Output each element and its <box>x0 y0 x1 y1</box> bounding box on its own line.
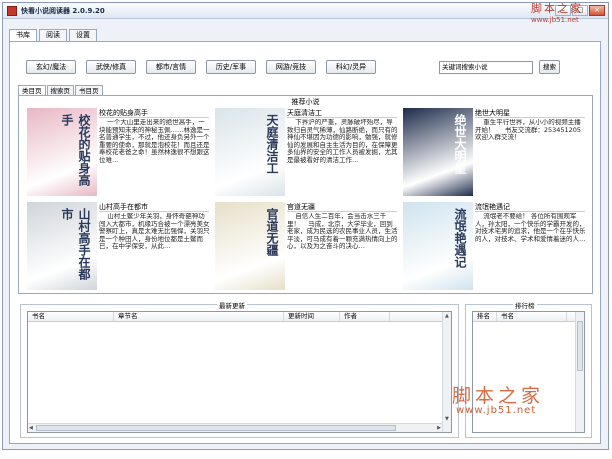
book-card[interactable]: 山村高手在都市 山村高手在都市 山村土鳖少年关羽，身怀奇葩神功闯入大都市，机缘巧合… <box>27 202 212 290</box>
category-urban-button[interactable]: 都市/言情 <box>146 60 196 74</box>
close-icon: × <box>594 6 600 14</box>
watermark-top-url: www.jb51.net <box>531 16 579 24</box>
col-rank[interactable]: 排名 <box>473 312 497 321</box>
book-card[interactable]: 官道无疆 官道无疆 自信人生二百年，会当击水三千里！ 马成，北京，大学毕业，回到老… <box>215 202 400 290</box>
book-divider <box>475 117 585 118</box>
category-buttons: 玄幻/魔法 武侠/修真 都市/言情 历史/军事 网游/竞技 科幻/灵异 <box>26 60 386 74</box>
app-icon <box>7 6 17 16</box>
updates-list[interactable]: 书名 章节名 更新时间 作者 ▲ ▼ ◀ ▶ <box>27 311 452 433</box>
book-card[interactable]: 绝世大明星 绝世大明星 重生平行世界，从小小的视频主播开始！ 书友交流群：2534… <box>403 108 588 196</box>
ranking-header: 排名 书名 <box>473 312 575 322</box>
col-update-time[interactable]: 更新时间 <box>284 312 340 321</box>
title-bar[interactable]: 快看小说阅读器 2.0.9.20 – □ × <box>3 3 608 19</box>
book-cover[interactable]: 天庭清洁工 <box>215 108 285 196</box>
book-description: 重生平行世界，从小小的视频主播开始！ 书友交流群：253451205 欢迎入群交… <box>475 119 582 141</box>
book-card[interactable]: 校花的贴身高手 校花的贴身高手 一个大山里走出来的绝世高手，一块能预知未来的神秘玉… <box>27 108 212 196</box>
window-title: 快看小说阅读器 2.0.9.20 <box>21 7 105 15</box>
book-divider <box>99 211 209 212</box>
category-scifi-button[interactable]: 科幻/灵异 <box>326 60 376 74</box>
book-cover[interactable]: 绝世大明星 <box>403 108 473 196</box>
book-divider <box>287 117 397 118</box>
updates-vscrollbar[interactable]: ▲ ▼ <box>442 312 451 432</box>
book-cover-title: 流氓艳遇记 <box>453 208 467 268</box>
book-cover-title: 校花的贴身高手 <box>60 114 91 186</box>
category-fantasy-button[interactable]: 玄幻/魔法 <box>26 60 76 74</box>
book-description: 流氓老不要给！ 各位所有围观军人，孙太阳，一个快乐的学霸开发的，对技术宅男的追求… <box>475 213 586 243</box>
ranking-title: 排行榜 <box>513 300 537 310</box>
book-cover-title: 绝世大明星 <box>453 114 467 174</box>
watermark-top: 脚本之家 <box>531 2 583 15</box>
book-divider <box>287 211 397 212</box>
col-author[interactable]: 作者 <box>340 312 390 321</box>
tab-reading[interactable]: 阅读 <box>39 29 67 41</box>
book-divider <box>475 211 585 212</box>
watermark-bottom: 脚本之家 <box>452 385 545 407</box>
book-cover[interactable]: 官道无疆 <box>215 202 285 290</box>
recommend-panel: 推荐小说 校花的贴身高手 校花的贴身高手 一个大山里走出来的绝世高手，一块能预知未… <box>18 95 593 294</box>
book-description: 下界沪的严重，灵脉破坏殆尽，导致归自灵气稀薄，仙路断绝，而只有的神仙不堪因为功德… <box>287 119 398 164</box>
updates-header: 书名 章节名 更新时间 作者 <box>28 312 442 322</box>
book-card[interactable]: 流氓艳遇记 流氓艳遇记 流氓老不要给！ 各位所有围观军人，孙太阳，一个快乐的学霸开… <box>403 202 588 290</box>
scroll-down-icon[interactable]: ▼ <box>445 416 449 422</box>
tab-settings[interactable]: 设置 <box>69 29 97 41</box>
updates-hscroll-thumb[interactable] <box>36 425 396 431</box>
book-divider <box>99 117 209 118</box>
col-rank-book-name[interactable]: 书名 <box>497 312 567 321</box>
book-cover-title: 天庭清洁工 <box>265 114 279 174</box>
category-game-button[interactable]: 网游/竞技 <box>266 60 316 74</box>
book-cover-title: 官道无疆 <box>265 208 279 256</box>
updates-title: 最新更新 <box>217 300 247 310</box>
book-description: 一个大山里走出来的绝世高手，一块能预知未来的神秘玉佩……林逸是一名普通学生，不过… <box>99 119 210 164</box>
ranking-group: 排行榜 排名 书名 <box>465 300 592 438</box>
book-description: 自信人生二百年，会当击水三千里！ 马成，北京，大学毕业，回到老家，成为民选的农民… <box>287 213 398 250</box>
scroll-up-icon[interactable]: ▲ <box>445 313 449 319</box>
search-button[interactable]: 搜索 <box>539 60 560 74</box>
ranking-vscroll-thumb[interactable] <box>577 321 583 371</box>
search-input[interactable]: 关键词搜索小说 <box>439 61 533 74</box>
ranking-vscrollbar[interactable] <box>575 312 584 432</box>
recommend-title: 推荐小说 <box>291 98 320 106</box>
book-card[interactable]: 天庭清洁工 天庭清洁工 下界沪的严重，灵脉破坏殆尽，导致归自灵气稀薄，仙路断绝，而… <box>215 108 400 196</box>
book-description: 山村土鳖少年关羽，身怀奇葩神功闯入大都市，机缘巧合被一个漂亮美女警察盯上，真是太… <box>99 213 210 250</box>
book-cover[interactable]: 流氓艳遇记 <box>403 202 473 290</box>
updates-hscrollbar[interactable]: ◀ ▶ <box>28 423 442 432</box>
book-cover[interactable]: 校花的贴身高手 <box>27 108 97 196</box>
scroll-right-icon[interactable]: ▶ <box>437 425 441 431</box>
col-book-name[interactable]: 书名 <box>28 312 114 321</box>
updates-group: 最新更新 书名 章节名 更新时间 作者 ▲ ▼ ◀ ▶ <box>20 300 459 438</box>
close-button[interactable]: × <box>589 5 605 16</box>
book-cover-title: 山村高手在都市 <box>60 208 91 280</box>
category-history-button[interactable]: 历史/军事 <box>206 60 256 74</box>
col-chapter-name[interactable]: 章节名 <box>114 312 284 321</box>
book-cover[interactable]: 山村高手在都市 <box>27 202 97 290</box>
scroll-left-icon[interactable]: ◀ <box>29 425 33 431</box>
watermark-bottom-url: www.jb51.net <box>456 405 537 416</box>
category-wuxia-button[interactable]: 武侠/修真 <box>86 60 136 74</box>
